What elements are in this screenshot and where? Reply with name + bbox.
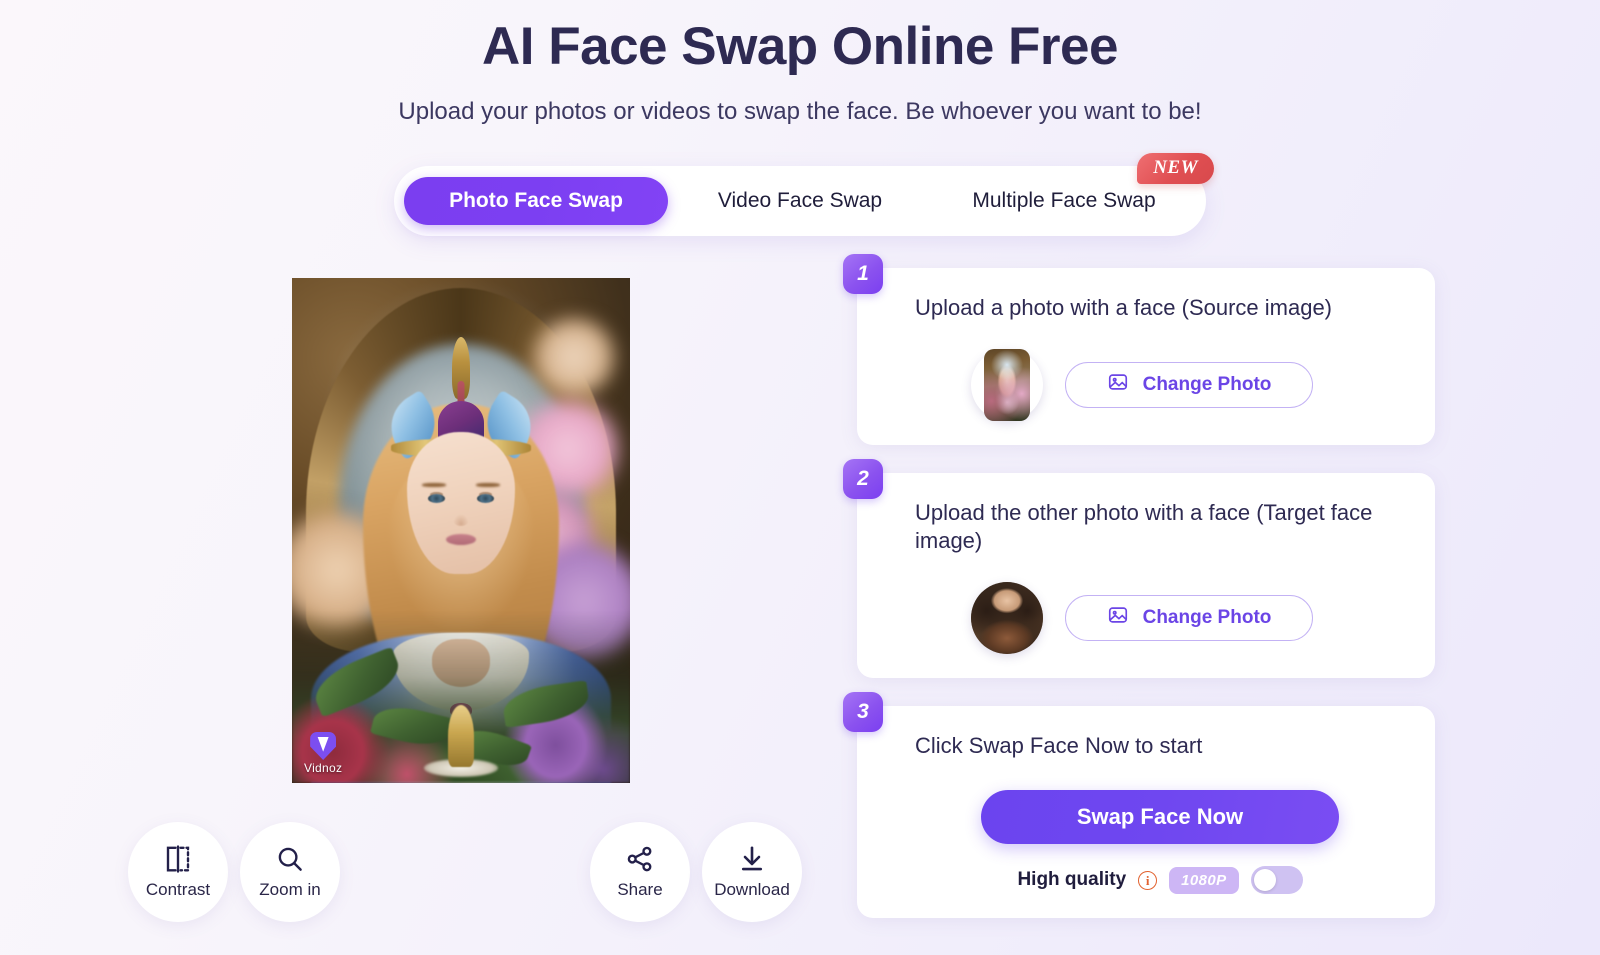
- contrast-button[interactable]: Contrast: [128, 822, 228, 922]
- quality-settings-row: High quality i 1080P: [915, 866, 1405, 895]
- download-label: Download: [714, 880, 790, 899]
- step-card-3: 3 Click Swap Face Now to start Swap Face…: [843, 691, 1435, 919]
- download-arrow-icon: [737, 844, 767, 874]
- step-title: Upload a photo with a face (Source image…: [915, 295, 1333, 320]
- eyebrow-left: [422, 483, 447, 488]
- step-title: Upload the other photo with a face (Targ…: [915, 499, 1373, 554]
- contrast-icon: [163, 844, 193, 874]
- image-icon: [1107, 371, 1129, 399]
- zoom-in-label: Zoom in: [259, 880, 321, 899]
- target-image-thumbnail[interactable]: [971, 581, 1043, 654]
- eyebrow-right: [475, 483, 500, 488]
- info-icon[interactable]: i: [1138, 870, 1158, 890]
- magnifier-icon: [275, 844, 305, 874]
- change-photo-button-target[interactable]: Change Photo: [1065, 594, 1313, 641]
- step-card-2: 2 Upload the other photo with a face (Ta…: [843, 458, 1435, 678]
- lips: [446, 534, 476, 546]
- page-title: AI Face Swap Online Free: [482, 17, 1118, 76]
- vidnoz-logo-icon: [310, 732, 337, 760]
- image-toolbar: Contrast Zoom in Share Download: [128, 822, 818, 922]
- share-nodes-icon: [625, 844, 655, 874]
- step-number-badge: 1: [843, 254, 883, 294]
- thumbnail-image-content: [984, 348, 1030, 421]
- tab-photo-face-swap[interactable]: Photo Face Swap: [404, 177, 668, 225]
- tab-multiple-face-swap[interactable]: Multiple Face Swap NEW: [932, 153, 1214, 225]
- new-badge: NEW: [1137, 153, 1214, 184]
- tab-video-face-swap[interactable]: Video Face Swap: [668, 177, 932, 225]
- tab-label: Photo Face Swap: [449, 189, 623, 212]
- step-number-badge: 2: [843, 458, 883, 499]
- face-swap-tabs: Photo Face Swap Video Face Swap Multiple…: [394, 153, 1214, 236]
- share-label: Share: [617, 880, 663, 899]
- download-button[interactable]: Download: [702, 822, 802, 922]
- change-photo-button-source[interactable]: Change Photo: [1065, 361, 1313, 408]
- contrast-label: Contrast: [145, 880, 211, 899]
- tabs-bar: Photo Face Swap Video Face Swap Multiple…: [394, 153, 1214, 236]
- resolution-badge: 1080P: [1169, 866, 1239, 894]
- watermark-label: Vidnoz: [304, 761, 343, 775]
- result-image-preview[interactable]: Vidnoz: [292, 278, 630, 783]
- share-button[interactable]: Share: [590, 822, 690, 922]
- eye-left: [427, 494, 445, 504]
- portrait-face: [407, 432, 515, 575]
- eye-right: [477, 494, 495, 504]
- golden-lamp: [448, 705, 474, 767]
- watermark: Vidnoz: [304, 732, 342, 775]
- toggle-knob: [1253, 869, 1276, 892]
- change-photo-label: Change Photo: [1142, 606, 1272, 628]
- steps-panel: 1 Upload a photo with a face (Source ima…: [843, 254, 1435, 946]
- high-quality-label: High quality: [1017, 869, 1127, 891]
- image-icon: [1107, 604, 1129, 632]
- source-image-thumbnail[interactable]: [971, 348, 1043, 421]
- step-number-badge: 3: [843, 691, 883, 732]
- change-photo-label: Change Photo: [1142, 373, 1272, 395]
- tab-label: Video Face Swap: [717, 189, 883, 212]
- high-quality-toggle[interactable]: [1250, 866, 1303, 895]
- preview-column: Vidnoz: [128, 278, 808, 783]
- step-controls: Change Photo: [915, 581, 1405, 654]
- tab-label: Multiple Face Swap: [972, 189, 1156, 212]
- step-title: Click Swap Face Now to start: [915, 732, 1203, 758]
- step-card-1: 1 Upload a photo with a face (Source ima…: [843, 254, 1435, 445]
- page-subtitle: Upload your photos or videos to swap the…: [398, 98, 1202, 126]
- nose: [453, 514, 469, 527]
- step-controls: Change Photo: [915, 348, 1405, 421]
- thumbnail-image: [984, 348, 1030, 421]
- zoom-in-button[interactable]: Zoom in: [240, 822, 340, 922]
- thumbnail-image: [971, 581, 1043, 654]
- thumbnail-image-content: [971, 581, 1043, 654]
- swap-face-now-button[interactable]: Swap Face Now: [981, 790, 1339, 845]
